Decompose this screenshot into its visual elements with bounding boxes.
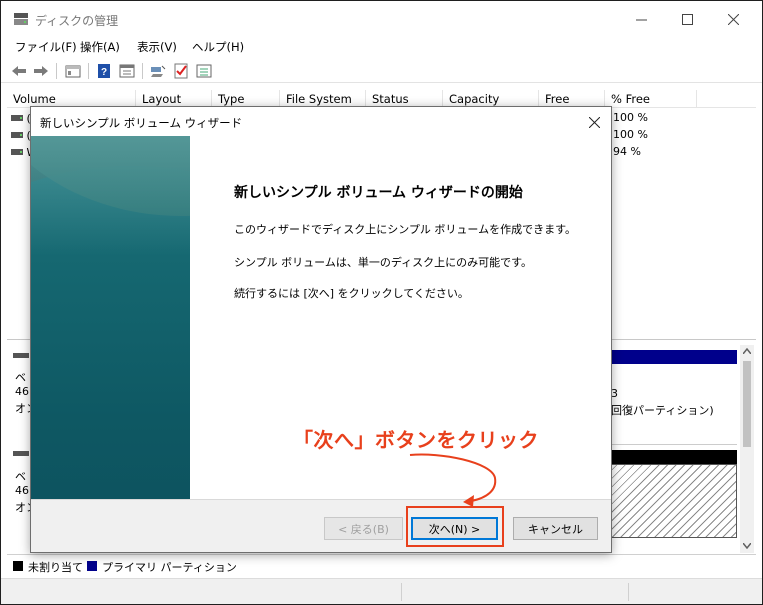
title-bar: ディスクの管理 — [1, 1, 762, 37]
volume-drive-icon — [11, 132, 23, 138]
disk1-size: 46 — [15, 484, 29, 497]
minimize-button[interactable] — [618, 1, 664, 37]
percent-free-cell: 100 % — [613, 111, 648, 124]
unallocated-swatch — [13, 561, 23, 571]
checklist-icon[interactable] — [172, 62, 190, 80]
svg-text:?: ? — [101, 67, 107, 78]
column-percent-free[interactable]: % Free — [605, 90, 697, 108]
back-arrow-icon[interactable] — [10, 62, 28, 80]
properties-icon[interactable] — [118, 62, 136, 80]
primary-swatch — [87, 561, 97, 571]
forward-arrow-icon[interactable] — [32, 62, 50, 80]
disk0-size: 46 — [15, 385, 29, 398]
scroll-up-icon[interactable] — [743, 348, 751, 354]
menu-help[interactable]: ヘルプ(H) — [192, 39, 244, 55]
volume-drive-icon — [11, 149, 23, 155]
menu-action[interactable]: 操作(A) — [80, 39, 120, 55]
wizard-footer: < 戻る(B) 次へ(N) > キャンセル — [31, 499, 611, 552]
toolbar: ? — [1, 59, 762, 83]
disk-management-icon — [13, 12, 29, 26]
cancel-button[interactable]: キャンセル — [513, 517, 598, 540]
annotation-highlight-box — [406, 506, 504, 547]
new-simple-volume-wizard: 新しいシンプル ボリューム ウィザード 新しいシンプル ボリューム ウィザードの… — [30, 106, 612, 553]
wizard-description-1: このウィザードでディスク上にシンプル ボリュームを作成できます。 — [234, 223, 576, 236]
volume-drive-icon — [11, 115, 23, 121]
console-tree-icon[interactable] — [64, 62, 82, 80]
menu-view[interactable]: 表示(V) — [137, 39, 177, 55]
connect-disk-icon[interactable] — [149, 62, 167, 80]
partition-info-line1: 3 — [611, 387, 618, 400]
window-title: ディスクの管理 — [35, 14, 119, 28]
maximize-button[interactable] — [664, 1, 710, 37]
wizard-banner-image — [31, 136, 190, 499]
wizard-description-2: シンプル ボリュームは、単一のディスク上にのみ可能です。 — [234, 256, 532, 269]
menu-bar: ファイル(F) 操作(A) 表示(V) ヘルプ(H) — [1, 37, 762, 57]
wizard-close-button[interactable] — [583, 111, 605, 133]
list-view-icon[interactable] — [195, 62, 213, 80]
status-bar — [1, 578, 762, 604]
primary-partition-bar[interactable] — [608, 350, 737, 364]
table-row[interactable]: ( — [11, 112, 31, 125]
close-button[interactable] — [710, 1, 756, 37]
wizard-title: 新しいシンプル ボリューム ウィザード — [40, 116, 243, 130]
annotation-callout: 「次へ」ボタンをクリック — [293, 428, 539, 452]
scroll-down-icon[interactable] — [743, 543, 751, 549]
wizard-description-3: 続行するには [次へ] をクリックしてください。 — [234, 287, 469, 300]
legend-bar: 未割り当て プライマリ パーティション — [7, 554, 756, 576]
help-icon[interactable]: ? — [95, 62, 113, 80]
wizard-title-bar: 新しいシンプル ボリューム ウィザード — [31, 107, 611, 136]
partition-info-line2: 回復パーティション) — [611, 404, 714, 417]
vertical-scrollbar[interactable] — [740, 345, 754, 553]
percent-free-cell: 94 % — [613, 145, 641, 158]
menu-file[interactable]: ファイル(F) — [15, 39, 77, 55]
table-row[interactable]: ( — [11, 129, 31, 142]
scrollbar-thumb[interactable] — [743, 361, 751, 447]
legend-primary: プライマリ パーティション — [102, 561, 237, 574]
back-button[interactable]: < 戻る(B) — [324, 517, 403, 540]
disk-icon — [13, 451, 29, 456]
disk0-label: ベ — [15, 371, 26, 384]
close-icon — [588, 116, 600, 128]
wizard-heading: 新しいシンプル ボリューム ウィザードの開始 — [234, 185, 523, 201]
unallocated-region[interactable] — [608, 464, 737, 538]
disk-icon — [13, 353, 29, 358]
disk1-label: ベ — [15, 470, 26, 483]
unallocated-bar[interactable] — [608, 450, 737, 464]
percent-free-cell: 100 % — [613, 128, 648, 141]
legend-unallocated: 未割り当て — [28, 561, 83, 574]
